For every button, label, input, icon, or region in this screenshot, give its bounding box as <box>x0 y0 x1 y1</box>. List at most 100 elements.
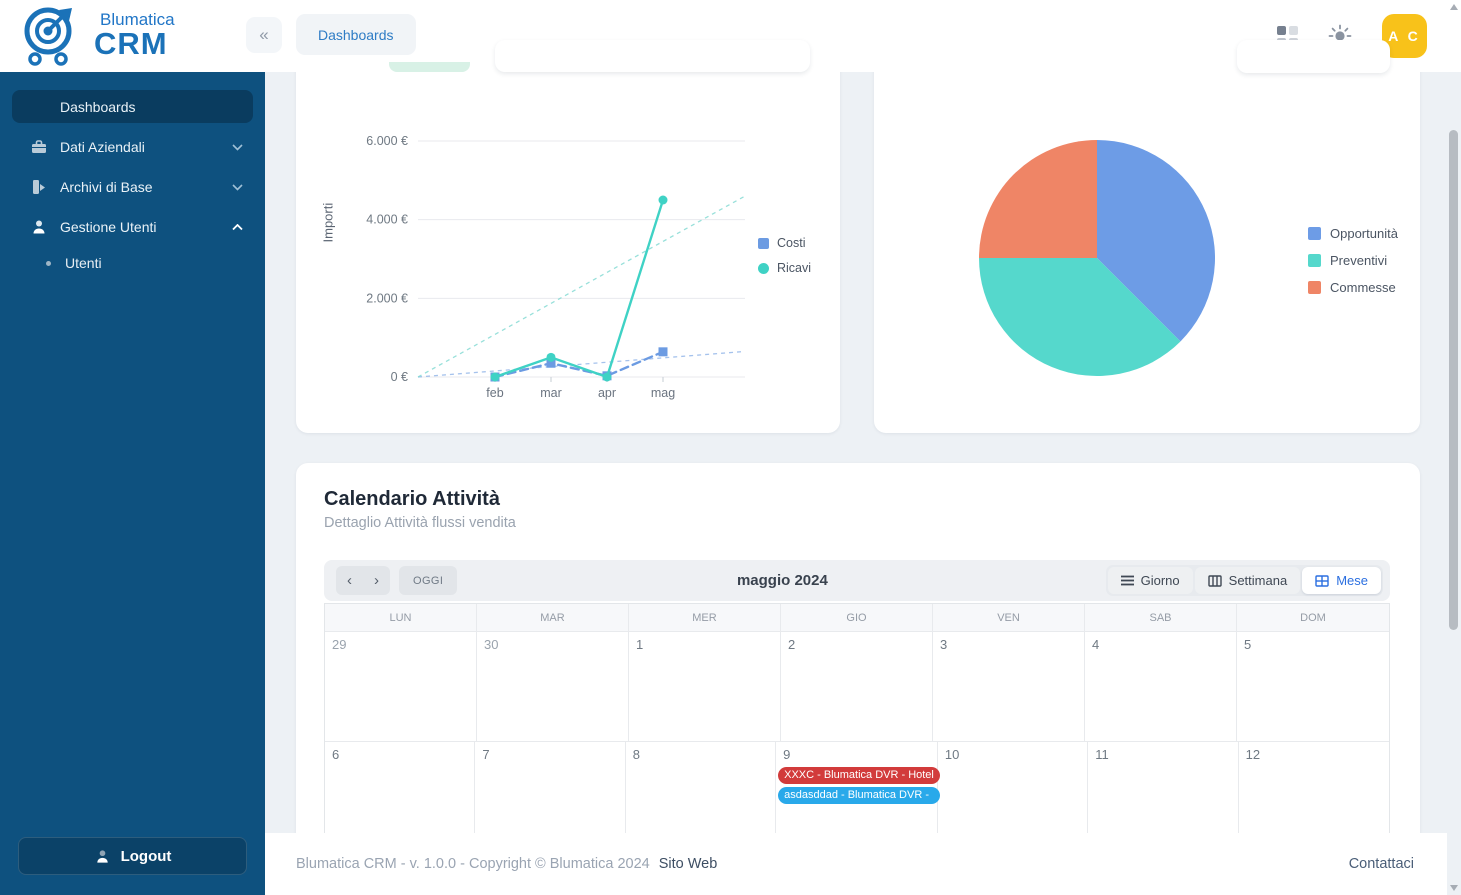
pie-chart <box>977 138 1217 383</box>
legend-label: Costi <box>777 236 805 250</box>
chevron-down-icon <box>232 180 243 194</box>
legend-label: Ricavi <box>777 261 811 275</box>
legend-item[interactable]: Preventivi <box>1308 253 1398 268</box>
partial-select-left[interactable] <box>495 40 810 72</box>
vertical-scrollbar[interactable] <box>1447 0 1461 895</box>
pie-chart-card: Opportunità Preventivi Commesse <box>874 40 1420 433</box>
footer-contact-link[interactable]: Contattaci <box>1349 856 1414 872</box>
grid-icon <box>1315 575 1329 587</box>
legend-swatch <box>758 238 769 249</box>
calendar-day-header: DOM <box>1237 604 1389 631</box>
view-day-button[interactable]: Giorno <box>1108 567 1193 594</box>
legend-label: Preventivi <box>1330 253 1387 268</box>
calendar-day-number: 10 <box>945 747 1087 762</box>
legend-swatch <box>1308 254 1321 267</box>
calendar-view-switcher: Giorno Settimana Mese <box>1106 565 1383 596</box>
chevron-up-icon <box>232 220 243 234</box>
pie-chart-svg <box>977 138 1217 378</box>
calendar-day-header: VEN <box>933 604 1085 631</box>
logout-button[interactable]: Logout <box>18 837 247 875</box>
scrollbar-thumb[interactable] <box>1449 130 1458 630</box>
book-icon <box>30 178 48 196</box>
svg-text:feb: feb <box>486 386 503 400</box>
legend-swatch <box>758 263 769 274</box>
calendar-day-cell[interactable]: 2 <box>781 631 933 741</box>
sidebar-item-dati-aziendali[interactable]: Dati Aziendali <box>12 130 253 163</box>
legend-label: Opportunità <box>1330 226 1398 241</box>
legend-item[interactable]: Commesse <box>1308 280 1398 295</box>
footer-copyright: Blumatica CRM - v. 1.0.0 - Copyright © B… <box>296 856 650 872</box>
calendar-day-number: 5 <box>1244 637 1389 652</box>
app-footer: Blumatica CRM - v. 1.0.0 - Copyright © B… <box>265 833 1447 895</box>
dashboards-icon <box>30 98 48 116</box>
calendar-day-cell[interactable]: 1 <box>629 631 781 741</box>
calendar-event[interactable]: asdasddad - Blumatica DVR - <box>778 787 940 804</box>
line-chart-card: Importi 0 €2.000 €4.000 €6.000 €febmarap… <box>296 40 840 433</box>
calendar-day-number: 1 <box>636 637 780 652</box>
sidebar-item-label: Archivi di Base <box>60 179 220 195</box>
calendar-day-cell[interactable]: 5 <box>1237 631 1389 741</box>
legend-item[interactable]: Costi <box>758 236 811 250</box>
calendar-next-button[interactable]: › <box>363 566 390 595</box>
svg-text:mar: mar <box>540 386 562 400</box>
view-month-label: Mese <box>1336 573 1368 588</box>
calendar-day-number: 29 <box>332 637 476 652</box>
sidebar-item-gestione-utenti[interactable]: Gestione Utenti <box>12 210 253 243</box>
calendar-subtitle: Dettaglio Attività flussi vendita <box>324 515 516 531</box>
svg-text:4.000 €: 4.000 € <box>366 213 408 227</box>
line-chart: 0 €2.000 €4.000 €6.000 €febmaraprmag <box>330 125 800 415</box>
calendar-day-header: GIO <box>781 604 933 631</box>
calendar-day-number: 9 <box>783 747 937 762</box>
svg-text:6.000 €: 6.000 € <box>366 134 408 148</box>
brand-text: Blumatica CRM <box>94 11 175 59</box>
columns-icon <box>1208 575 1222 587</box>
calendar-day-header: MER <box>629 604 781 631</box>
footer-site-link[interactable]: Sito Web <box>659 856 718 872</box>
legend-label: Commesse <box>1330 280 1396 295</box>
svg-text:mag: mag <box>651 386 675 400</box>
calendar-prev-button[interactable]: ‹ <box>336 566 363 595</box>
calendar-day-number: 12 <box>1246 747 1389 762</box>
legend-item[interactable]: Opportunità <box>1308 226 1398 241</box>
calendar-day-cell[interactable]: 30 <box>477 631 629 741</box>
view-week-button[interactable]: Settimana <box>1195 567 1301 594</box>
sidebar-item-label: Dati Aziendali <box>60 139 220 155</box>
calendar-today-button[interactable]: OGGI <box>399 566 457 595</box>
partial-select-right[interactable] <box>1237 40 1390 73</box>
logout-label: Logout <box>121 848 172 865</box>
calendar-day-cell[interactable]: 3 <box>933 631 1085 741</box>
calendar-day-number: 8 <box>633 747 775 762</box>
sidebar-subitem-utenti[interactable]: Utenti <box>46 255 253 271</box>
view-week-label: Settimana <box>1229 573 1288 588</box>
scroll-down-icon[interactable] <box>1450 885 1458 891</box>
scroll-up-icon[interactable] <box>1450 4 1458 10</box>
app-root: Blumatica CRM « Dashboards A C <box>0 0 1461 895</box>
calendar-event[interactable]: XXXC - Blumatica DVR - Hotel <box>778 767 940 784</box>
calendar-day-cell[interactable]: 29 <box>325 631 477 741</box>
calendar-day-header-row: LUNMARMERGIOVENSABDOM <box>325 604 1389 631</box>
sidebar-item-dashboards[interactable]: Dashboards <box>12 90 253 123</box>
svg-text:apr: apr <box>598 386 616 400</box>
calendar-day-header: SAB <box>1085 604 1237 631</box>
sidebar-item-label: Gestione Utenti <box>60 219 220 235</box>
calendar-day-cell[interactable]: 4 <box>1085 631 1237 741</box>
header-dashboards-button[interactable]: Dashboards <box>296 14 416 55</box>
calendar-day-number: 30 <box>484 637 628 652</box>
brand: Blumatica CRM <box>18 4 175 66</box>
calendar-card: Calendario Attività Dettaglio Attività f… <box>296 463 1420 855</box>
calendar-day-header: LUN <box>325 604 477 631</box>
person-icon <box>30 218 48 236</box>
calendar-day-number: 11 <box>1095 747 1237 762</box>
sidebar-collapse-button[interactable]: « <box>246 17 282 53</box>
calendar-title: Calendario Attività <box>324 488 500 511</box>
sidebar: Dashboards Dati Aziendali Archivi di Bas… <box>0 70 265 895</box>
view-month-button[interactable]: Mese <box>1302 567 1381 594</box>
brand-logo-icon <box>18 4 82 66</box>
calendar-day-number: 4 <box>1092 637 1236 652</box>
line-chart-legend: Costi Ricavi <box>758 236 811 275</box>
legend-item[interactable]: Ricavi <box>758 261 811 275</box>
sidebar-item-archivi-di-base[interactable]: Archivi di Base <box>12 170 253 203</box>
sidebar-subitem-label: Utenti <box>65 255 102 271</box>
calendar-day-number: 2 <box>788 637 932 652</box>
brand-product: CRM <box>94 28 175 59</box>
